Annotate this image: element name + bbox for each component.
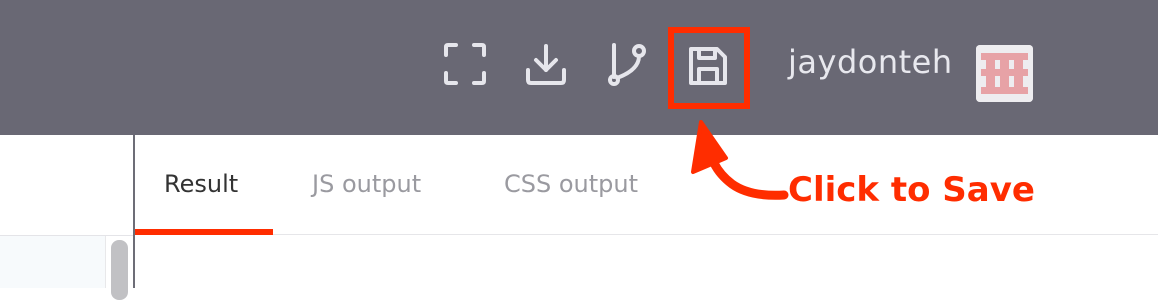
active-tab-indicator [135,229,273,235]
tab-js-output[interactable]: JS output [312,170,421,198]
top-toolbar: jaydonteh [0,0,1158,135]
callout-arrow-icon [691,120,789,200]
save-icon[interactable] [685,43,731,89]
callout-label: Click to Save [788,170,1035,210]
code-editor-area[interactable] [0,236,105,288]
tab-css-output[interactable]: CSS output [504,170,638,198]
username-label[interactable]: jaydonteh [788,43,953,81]
avatar[interactable] [976,45,1033,102]
tab-result[interactable]: Result [164,170,238,198]
fork-icon[interactable] [604,41,650,87]
download-icon[interactable] [523,41,569,87]
scrollbar-thumb[interactable] [111,240,128,300]
fullscreen-icon[interactable] [442,41,488,87]
